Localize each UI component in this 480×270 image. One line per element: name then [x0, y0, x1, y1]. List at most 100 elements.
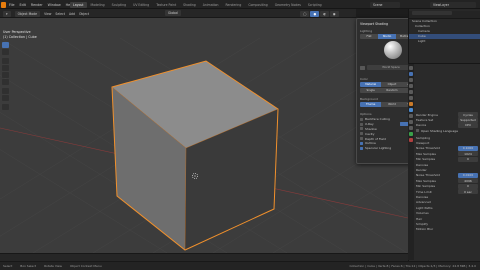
tool-tab-icon[interactable] [409, 66, 413, 70]
studio-light-preview[interactable] [384, 41, 402, 59]
mode-dropdown[interactable]: Object Mode [14, 10, 41, 17]
constraints-tab-icon[interactable] [409, 126, 413, 130]
option-label: Outline [365, 141, 376, 146]
toolbar [2, 42, 9, 122]
row-label: Noise Threshold [416, 146, 441, 151]
timeline-header [0, 253, 408, 261]
viewport-min-samples-field[interactable]: 0 [458, 156, 478, 162]
row-label: Denoise [416, 194, 429, 199]
time-limit-field[interactable]: 0 sec [458, 188, 478, 195]
outliner-item-label: Collection [415, 24, 430, 28]
option-label: Cavity [365, 131, 375, 136]
menu-object[interactable]: Object [79, 12, 89, 16]
menu-edit[interactable]: Edit [20, 3, 26, 7]
editor-type-button[interactable]: ▾ [3, 10, 11, 17]
lighting-flat[interactable]: Flat [360, 34, 378, 39]
open-shading-language-toggle[interactable]: Open Shading Language [416, 128, 478, 133]
data-tab-icon[interactable] [409, 132, 413, 136]
orientation-dropdown[interactable]: Global [165, 9, 181, 16]
world-space-rotate-icon[interactable] [360, 66, 365, 70]
section-label: Render [416, 168, 427, 172]
device-label: Device [416, 123, 427, 128]
checkbox-icon [360, 127, 363, 131]
viewport-max-samples-field[interactable]: 1024 [458, 151, 478, 157]
rotate-tool-icon[interactable] [2, 65, 9, 71]
row-label: Max Samples [416, 151, 436, 156]
color-random[interactable]: Random [381, 88, 403, 93]
render-min-samples-field[interactable]: 0 [458, 183, 478, 189]
tab-layout[interactable]: Layout [70, 1, 87, 8]
menu-file[interactable]: File [9, 3, 15, 7]
outliner-item-light[interactable]: Light [409, 39, 480, 44]
checkbox-icon [360, 122, 363, 126]
material-tab-icon[interactable] [409, 138, 413, 142]
render-max-samples-field[interactable]: 4096 [458, 178, 478, 184]
device-dropdown[interactable]: CPU [458, 122, 478, 129]
move-tool-icon[interactable] [2, 58, 9, 64]
menu-view[interactable]: View [44, 12, 51, 16]
particles-tab-icon[interactable] [409, 114, 413, 118]
world-tab-icon[interactable] [409, 96, 413, 100]
tab-texture-paint[interactable]: Texture Paint [153, 2, 179, 8]
checkbox-icon [360, 141, 363, 145]
color-material[interactable]: Material [360, 82, 382, 87]
modifier-tab-icon[interactable] [409, 108, 413, 112]
scene-tab-icon[interactable] [409, 90, 413, 94]
status-hint-rotate-view: Rotate View [44, 263, 62, 268]
color-object[interactable]: Object [381, 82, 403, 87]
annotate-tool-icon[interactable] [2, 88, 9, 94]
background-world[interactable]: World [381, 102, 403, 107]
feature-set-dropdown[interactable]: Supported [458, 117, 478, 123]
tab-modeling[interactable]: Modeling [88, 2, 108, 8]
scene-selector[interactable]: Scene [370, 1, 400, 8]
tab-shading[interactable]: Shading [180, 2, 199, 8]
cursor-tool-icon[interactable] [2, 49, 9, 55]
view-layer-selector[interactable]: ViewLayer [430, 1, 476, 8]
osl-label: Open Shading Language [421, 128, 458, 133]
add-cube-tool-icon[interactable] [2, 104, 9, 110]
orientation-label: Global [165, 9, 181, 16]
menu-select[interactable]: Select [55, 12, 65, 16]
section-label: Viewport [416, 141, 430, 146]
tab-sculpting[interactable]: Sculpting [109, 2, 129, 8]
outliner: Scene Collection Collection Camera Cube … [408, 9, 480, 63]
select-box-tool-icon[interactable] [2, 42, 9, 48]
section-label: Sampling [416, 135, 431, 140]
outliner-item-label: Camera [418, 29, 430, 33]
blender-logo-icon[interactable] [1, 1, 6, 8]
cube[interactable] [111, 60, 279, 251]
output-tab-icon[interactable] [409, 78, 413, 82]
menu-add[interactable]: Add [69, 12, 75, 16]
tab-scripting[interactable]: Scripting [305, 2, 325, 8]
rendered-shading-icon[interactable]: ◉ [329, 10, 339, 17]
tab-geometry-nodes[interactable]: Geometry Nodes [272, 2, 304, 8]
physics-tab-icon[interactable] [409, 120, 413, 124]
menu-render[interactable]: Render [31, 3, 43, 7]
scale-tool-icon[interactable] [2, 72, 9, 78]
measure-tool-icon[interactable] [2, 95, 9, 101]
transform-tool-icon[interactable] [2, 79, 9, 85]
tab-rendering[interactable]: Rendering [223, 2, 245, 8]
view-layer-tab-icon[interactable] [409, 84, 413, 88]
solid-shading-icon[interactable]: ● [310, 10, 320, 17]
tab-animation[interactable]: Animation [200, 2, 222, 8]
tab-uv-editing[interactable]: UV Editing [130, 2, 152, 8]
wireframe-shading-icon[interactable]: ◯ [300, 10, 310, 17]
section-motion-blur[interactable]: Motion Blur [416, 227, 478, 232]
checkbox-icon [360, 117, 363, 121]
background-theme[interactable]: Theme [360, 102, 382, 107]
material-shading-icon[interactable]: ◐ [320, 10, 329, 17]
outliner-search-input[interactable] [412, 10, 452, 15]
3d-viewport[interactable]: User Perspective (1) Collection | Cube [0, 18, 408, 261]
render-tab-icon[interactable] [409, 72, 413, 76]
menu-window[interactable]: Window [48, 3, 61, 7]
color-label: Color [360, 77, 368, 81]
section-label: Light Paths [416, 205, 433, 210]
section-label: Motion Blur [416, 227, 434, 232]
object-tab-icon[interactable] [409, 102, 413, 106]
render-properties: Render Engine Cycles Feature Set Supported… [416, 112, 478, 232]
tab-compositing[interactable]: Compositing [245, 2, 270, 8]
viewport-scene [0, 37, 408, 261]
lighting-studio[interactable]: Studio [378, 34, 396, 39]
color-single[interactable]: Single [360, 88, 382, 93]
